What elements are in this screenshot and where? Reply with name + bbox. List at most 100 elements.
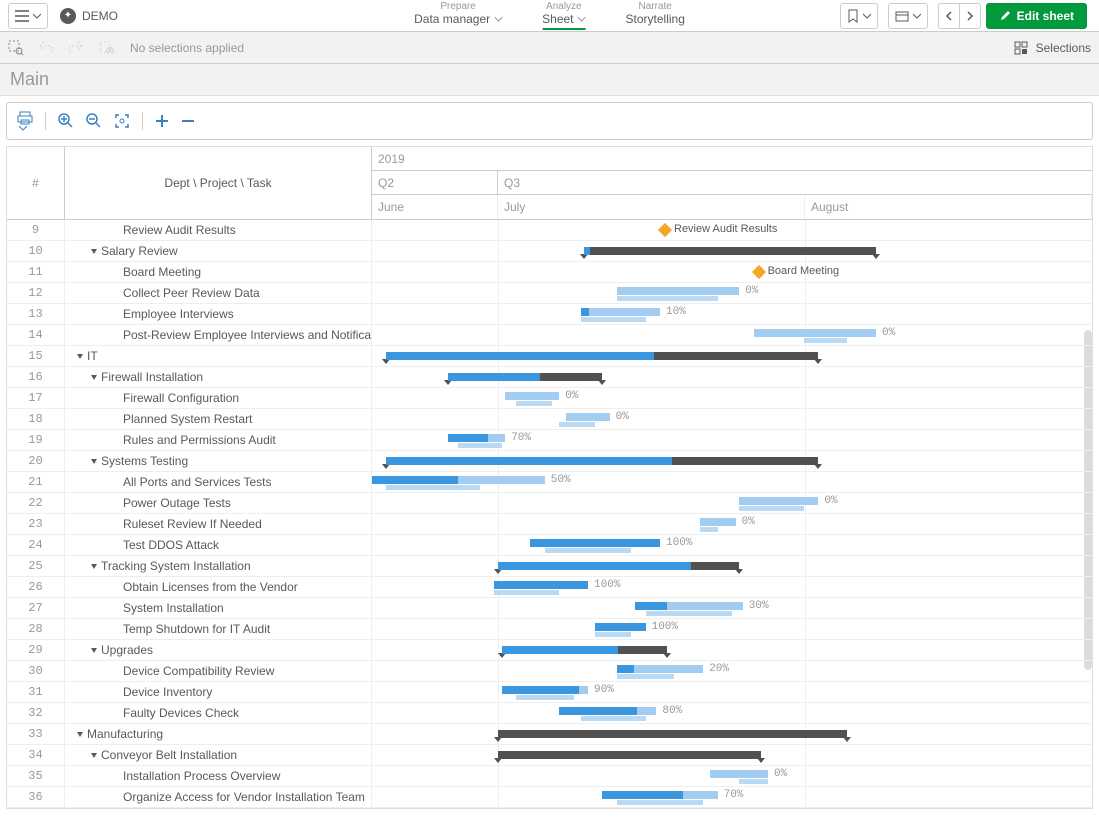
bookmark-button[interactable] — [840, 3, 878, 29]
gantt-row[interactable]: 9Review Audit ResultsReview Audit Result… — [7, 220, 1092, 241]
row-chart — [372, 724, 1092, 744]
milestone-marker[interactable] — [752, 265, 766, 279]
gantt-row[interactable]: 30Device Compatibility Review20% — [7, 661, 1092, 682]
gantt-row[interactable]: 12Collect Peer Review Data0% — [7, 283, 1092, 304]
smart-search-icon[interactable] — [8, 40, 24, 56]
milestone-label: Board Meeting — [768, 265, 840, 277]
gantt-body[interactable]: 9Review Audit ResultsReview Audit Result… — [7, 220, 1092, 808]
caret-down-icon[interactable] — [91, 648, 97, 653]
summary-bar[interactable] — [498, 730, 847, 738]
caret-down-icon[interactable] — [77, 354, 83, 359]
progress-label: 30% — [749, 600, 769, 612]
gantt-row[interactable]: 33Manufacturing — [7, 724, 1092, 745]
collapse-icon[interactable] — [181, 114, 195, 128]
summary-bar[interactable] — [498, 751, 761, 759]
caret-down-icon[interactable] — [91, 753, 97, 758]
row-number: 10 — [7, 241, 65, 261]
row-chart: 0% — [372, 514, 1092, 534]
gantt-row[interactable]: 16Firewall Installation — [7, 367, 1092, 388]
nav-prepare[interactable]: Prepare Data manager — [414, 1, 502, 30]
gantt-row[interactable]: 36Organize Access for Vendor Installatio… — [7, 787, 1092, 808]
caret-down-icon[interactable] — [77, 732, 83, 737]
edit-sheet-button[interactable]: Edit sheet — [986, 3, 1087, 29]
summary-bar[interactable] — [502, 646, 668, 654]
gantt-row[interactable]: 24Test DDOS Attack100% — [7, 535, 1092, 556]
task-bar[interactable] — [566, 413, 609, 421]
progress-label: 10% — [666, 306, 686, 318]
gantt-row[interactable]: 28Temp Shutdown for IT Audit100% — [7, 619, 1092, 640]
gantt-row[interactable]: 14Post-Review Employee Interviews and No… — [7, 325, 1092, 346]
task-bar[interactable] — [739, 497, 818, 505]
task-bar[interactable] — [602, 791, 717, 799]
actual-bar — [595, 632, 631, 637]
zoom-in-icon[interactable] — [58, 113, 74, 129]
print-icon[interactable] — [17, 111, 33, 131]
gantt-row[interactable]: 31Device Inventory90% — [7, 682, 1092, 703]
gantt-row[interactable]: 25Tracking System Installation — [7, 556, 1092, 577]
gantt-row[interactable]: 35Installation Process Overview0% — [7, 766, 1092, 787]
step-back-icon[interactable] — [38, 40, 54, 56]
task-bar[interactable] — [710, 770, 768, 778]
task-bar[interactable] — [530, 539, 660, 547]
summary-bar[interactable] — [584, 247, 876, 255]
row-task: Conveyor Belt Installation — [65, 745, 372, 765]
task-bar[interactable] — [505, 392, 559, 400]
gantt-row[interactable]: 27System Installation30% — [7, 598, 1092, 619]
summary-bar[interactable] — [448, 373, 603, 381]
expand-icon[interactable] — [155, 114, 169, 128]
caret-down-icon[interactable] — [91, 375, 97, 380]
prev-sheet-button[interactable] — [938, 3, 960, 29]
gantt-row[interactable]: 29Upgrades — [7, 640, 1092, 661]
task-bar[interactable] — [581, 308, 660, 316]
summary-bar[interactable] — [498, 562, 739, 570]
milestone-marker[interactable] — [658, 223, 672, 237]
caret-down-icon[interactable] — [91, 459, 97, 464]
zoom-out-icon[interactable] — [86, 113, 102, 129]
row-number: 11 — [7, 262, 65, 282]
caret-down-icon[interactable] — [91, 249, 97, 254]
row-number: 33 — [7, 724, 65, 744]
row-task: Power Outage Tests — [65, 493, 372, 513]
nav-analyze[interactable]: Analyze Sheet — [542, 1, 585, 30]
selections-tool[interactable]: Selections — [1014, 41, 1091, 55]
next-sheet-button[interactable] — [959, 3, 981, 29]
gantt-row[interactable]: 26Obtain Licenses from the Vendor100% — [7, 577, 1092, 598]
task-bar[interactable] — [494, 581, 588, 589]
gantt-row[interactable]: 13Employee Interviews10% — [7, 304, 1092, 325]
gantt-row[interactable]: 10Salary Review — [7, 241, 1092, 262]
gantt-row[interactable]: 19Rules and Permissions Audit70% — [7, 430, 1092, 451]
gantt-row[interactable]: 32Faulty Devices Check80% — [7, 703, 1092, 724]
menu-button[interactable] — [8, 3, 48, 29]
task-bar[interactable] — [700, 518, 736, 526]
task-bar[interactable] — [617, 287, 739, 295]
task-bar[interactable] — [635, 602, 743, 610]
task-bar[interactable] — [372, 476, 545, 484]
zoom-fit-icon[interactable] — [114, 113, 130, 129]
gantt-row[interactable]: 22Power Outage Tests0% — [7, 493, 1092, 514]
task-bar[interactable] — [617, 665, 703, 673]
step-forward-icon[interactable] — [68, 40, 84, 56]
caret-down-icon[interactable] — [91, 564, 97, 569]
summary-bar[interactable] — [386, 457, 818, 465]
gantt-row[interactable]: 15IT — [7, 346, 1092, 367]
app-brand: ✦ DEMO — [60, 8, 118, 24]
task-bar[interactable] — [448, 434, 506, 442]
gantt-row[interactable]: 11Board MeetingBoard Meeting — [7, 262, 1092, 283]
nav-center: Prepare Data manager Analyze Sheet Narra… — [414, 1, 685, 30]
gantt-row[interactable]: 18Planned System Restart0% — [7, 409, 1092, 430]
task-bar[interactable] — [595, 623, 645, 631]
row-number: 16 — [7, 367, 65, 387]
gantt-row[interactable]: 17Firewall Configuration0% — [7, 388, 1092, 409]
clear-selections-icon[interactable] — [98, 40, 114, 56]
gantt-row[interactable]: 21All Ports and Services Tests50% — [7, 472, 1092, 493]
nav-narrate[interactable]: Narrate Storytelling — [626, 1, 685, 30]
task-bar[interactable] — [559, 707, 656, 715]
task-bar[interactable] — [502, 686, 588, 694]
task-bar[interactable] — [754, 329, 876, 337]
row-chart: Review Audit Results — [372, 220, 1092, 240]
sheets-button[interactable] — [888, 3, 928, 29]
gantt-row[interactable]: 34Conveyor Belt Installation — [7, 745, 1092, 766]
gantt-row[interactable]: 20Systems Testing — [7, 451, 1092, 472]
summary-bar[interactable] — [386, 352, 818, 360]
gantt-row[interactable]: 23Ruleset Review If Needed0% — [7, 514, 1092, 535]
